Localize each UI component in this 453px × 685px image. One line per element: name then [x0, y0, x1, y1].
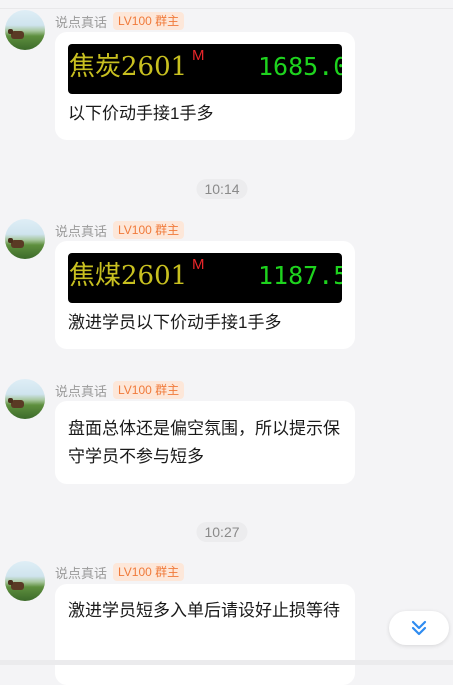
message-meta: 说点真话 LV100 群主 [55, 562, 185, 582]
double-chevron-down-icon [411, 620, 427, 636]
ticker-image[interactable]: 焦煤2601 M 1187.5 [68, 253, 342, 303]
message-text: 激进学员以下价动手接1手多 [68, 313, 282, 332]
top-divider [0, 8, 453, 9]
username: 说点真话 [55, 565, 108, 581]
ticker-mark: M [192, 47, 205, 64]
username: 说点真话 [55, 223, 108, 239]
ticker-mark: M [192, 256, 205, 273]
message-text: 激进学员短多入单后请设好止损等待 [68, 601, 340, 620]
message-text: 盘面总体还是偏空氛围，所以提示保守学员不参与短多 [68, 419, 340, 466]
message-bubble[interactable]: 焦煤2601 M 1187.5 激进学员以下价动手接1手多 [55, 241, 355, 349]
message-bubble[interactable]: 盘面总体还是偏空氛围，所以提示保守学员不参与短多 [55, 401, 355, 484]
rank-badge: LV100 群主 [113, 221, 185, 239]
message-meta: 说点真话 LV100 群主 [55, 11, 185, 31]
username: 说点真话 [55, 383, 108, 399]
ticker-price: 1685.0 [258, 52, 342, 81]
ticker-name: 焦炭2601 [69, 52, 188, 82]
message-meta: 说点真话 LV100 群主 [55, 220, 185, 240]
bottom-divider [0, 660, 453, 665]
message-bubble[interactable]: 激进学员短多入单后请设好止损等待 [55, 584, 355, 685]
avatar[interactable] [5, 219, 45, 259]
message-meta: 说点真话 LV100 群主 [55, 380, 185, 400]
scroll-to-bottom-button[interactable] [389, 611, 449, 645]
message-bubble[interactable]: 焦炭2601 M 1685.0 以下价动手接1手多 [55, 32, 355, 140]
rank-badge: LV100 群主 [113, 12, 185, 30]
avatar[interactable] [5, 10, 45, 50]
rank-badge: LV100 群主 [113, 381, 185, 399]
ticker-image[interactable]: 焦炭2601 M 1685.0 [68, 44, 342, 94]
avatar[interactable] [5, 379, 45, 419]
timestamp: 10:14 [196, 179, 248, 199]
username: 说点真话 [55, 14, 108, 30]
message-text: 以下价动手接1手多 [68, 104, 214, 123]
rank-badge: LV100 群主 [113, 563, 185, 581]
avatar[interactable] [5, 561, 45, 601]
ticker-price: 1187.5 [258, 261, 342, 290]
timestamp: 10:27 [196, 522, 248, 542]
ticker-name: 焦煤2601 [69, 261, 188, 291]
